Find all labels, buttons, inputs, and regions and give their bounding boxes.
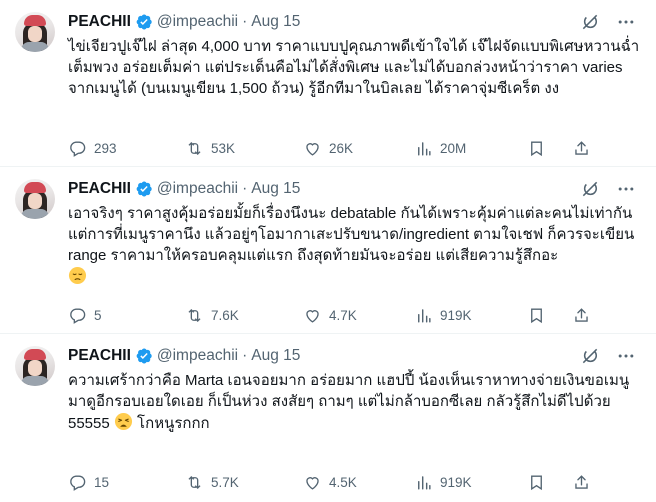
tweet-text: ไข่เจียวปูเจ๊ไฝ ล่าสุด 4,000 บาท ราคาแบบ… xyxy=(68,36,646,99)
more-icon[interactable] xyxy=(616,12,636,32)
more-icon[interactable] xyxy=(616,179,636,199)
share-icon xyxy=(575,307,588,322)
repost-icon xyxy=(188,141,201,155)
tweet-actions: 5 7.6K 4.7K 919K xyxy=(68,304,640,326)
display-name[interactable]: PEACHII xyxy=(68,347,131,365)
views-button[interactable]: 919K xyxy=(414,306,472,325)
share-icon xyxy=(575,474,588,489)
grok-icon[interactable] xyxy=(580,12,600,32)
views-icon xyxy=(418,308,431,323)
handle[interactable]: @impeachii xyxy=(157,13,238,31)
bookmark-button[interactable] xyxy=(527,306,546,325)
bookmark-button[interactable] xyxy=(527,473,546,492)
heart-icon xyxy=(306,309,319,323)
view-count: 20M xyxy=(440,140,467,156)
verified-badge-icon[interactable] xyxy=(135,180,153,198)
bookmark-icon xyxy=(531,474,542,490)
tweet-text: ความเศร้ากว่าคือ Marta เอนจอยมาก อร่อยมา… xyxy=(68,370,646,434)
reply-count: 293 xyxy=(94,140,117,156)
tweet-actions: 15 5.7K 4.5K 919K xyxy=(68,471,640,493)
separator: · xyxy=(242,13,248,30)
reply-icon xyxy=(70,474,86,491)
bookmark-icon xyxy=(531,307,542,323)
repost-icon xyxy=(188,475,201,489)
views-icon xyxy=(418,475,431,490)
tweet-header: PEACHII @impeachii · Aug 15 xyxy=(68,344,636,368)
views-button[interactable]: 20M xyxy=(414,139,466,158)
tweet-body: ไข่เจียวปูเจ๊ไฝ ล่าสุด 4,000 บาท ราคาแบบ… xyxy=(68,38,640,97)
separator: · xyxy=(242,180,248,197)
reply-button[interactable]: 293 xyxy=(68,139,117,158)
timestamp[interactable]: Aug 15 xyxy=(251,180,300,198)
reply-icon xyxy=(70,307,86,324)
tweet[interactable]: PEACHII @impeachii · Aug 15 เอาจริงๆ ราค… xyxy=(0,167,656,334)
grok-icon[interactable] xyxy=(580,179,600,199)
view-count: 919K xyxy=(440,307,472,323)
repost-count: 53K xyxy=(211,140,236,156)
reply-icon xyxy=(70,140,86,157)
timestamp[interactable]: Aug 15 xyxy=(251,347,300,365)
bookmark-icon xyxy=(531,140,542,156)
reply-count: 15 xyxy=(94,474,110,490)
avatar[interactable] xyxy=(15,179,55,219)
display-name[interactable]: PEACHII xyxy=(68,13,131,31)
repost-button[interactable]: 7.6K xyxy=(185,306,239,325)
share-button[interactable] xyxy=(572,473,591,492)
bookmark-button[interactable] xyxy=(527,139,546,158)
heart-icon xyxy=(306,142,319,156)
pensive-face-emoji-icon xyxy=(68,266,87,285)
verified-badge-icon[interactable] xyxy=(135,347,153,365)
timestamp[interactable]: Aug 15 xyxy=(251,13,300,31)
view-count: 919K xyxy=(440,474,472,490)
like-button[interactable]: 4.7K xyxy=(303,306,357,325)
tweet-header: PEACHII @impeachii · Aug 15 xyxy=(68,10,636,34)
reply-count: 5 xyxy=(94,307,102,323)
reply-button[interactable]: 15 xyxy=(68,473,109,492)
like-count: 4.7K xyxy=(329,307,357,323)
reply-button[interactable]: 5 xyxy=(68,306,102,325)
grok-icon[interactable] xyxy=(580,346,600,366)
avatar[interactable] xyxy=(15,346,55,386)
repost-button[interactable]: 53K xyxy=(185,139,235,158)
share-icon xyxy=(575,140,588,155)
tweet-actions: 293 53K 26K 20M xyxy=(68,137,640,159)
tweet-body-suffix: โกหนูรกกก xyxy=(132,415,210,432)
share-button[interactable] xyxy=(572,139,591,158)
handle[interactable]: @impeachii xyxy=(157,347,238,365)
like-count: 4.5K xyxy=(329,474,357,490)
tweet-header: PEACHII @impeachii · Aug 15 xyxy=(68,177,636,201)
verified-badge-icon[interactable] xyxy=(135,13,153,31)
display-name[interactable]: PEACHII xyxy=(68,180,131,198)
repost-count: 5.7K xyxy=(211,474,239,490)
views-icon xyxy=(418,141,431,156)
more-icon[interactable] xyxy=(616,346,636,366)
like-count: 26K xyxy=(329,140,354,156)
tweet[interactable]: PEACHII @impeachii · Aug 15 ความเศร้ากว่… xyxy=(0,334,656,502)
separator: · xyxy=(242,347,248,364)
repost-count: 7.6K xyxy=(211,307,239,323)
heart-icon xyxy=(306,476,319,490)
tweet-feed: PEACHII @impeachii · Aug 15 ไข่เจียวปูเจ… xyxy=(0,0,656,502)
avatar[interactable] xyxy=(15,12,55,52)
repost-button[interactable]: 5.7K xyxy=(185,473,239,492)
views-button[interactable]: 919K xyxy=(414,473,472,492)
share-button[interactable] xyxy=(572,306,591,325)
tweet-body: เอาจริงๆ ราคาสูงคุ้มอร่อยมั้ยก็เรื่องนึง… xyxy=(68,205,635,264)
like-button[interactable]: 26K xyxy=(303,139,353,158)
like-button[interactable]: 4.5K xyxy=(303,473,357,492)
repost-icon xyxy=(188,308,201,322)
weary-face-emoji-icon xyxy=(114,412,133,431)
tweet[interactable]: PEACHII @impeachii · Aug 15 ไข่เจียวปูเจ… xyxy=(0,0,656,167)
handle[interactable]: @impeachii xyxy=(157,180,238,198)
tweet-text: เอาจริงๆ ราคาสูงคุ้มอร่อยมั้ยก็เรื่องนึง… xyxy=(68,203,646,288)
